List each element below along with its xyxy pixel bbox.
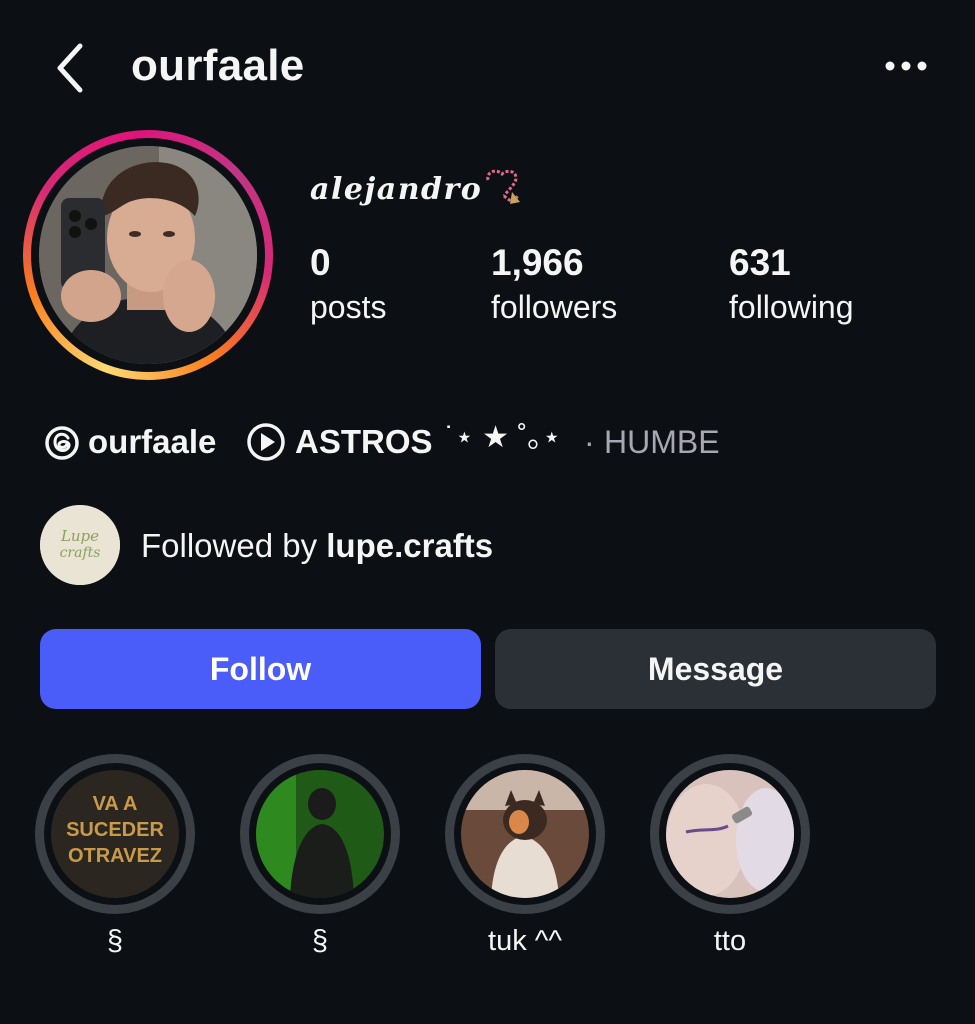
- highlight-cover: [256, 770, 384, 898]
- mutual-follower-avatar[interactable]: Lupe crafts: [40, 505, 120, 585]
- threads-icon[interactable]: [43, 424, 81, 462]
- profile-song-artist[interactable]: HUMBE: [604, 422, 720, 462]
- highlight-label: tuk ^^: [488, 925, 562, 957]
- svg-text:VA A: VA A: [93, 793, 138, 815]
- followed-by-prefix: Followed by: [141, 527, 318, 564]
- svg-text:OTRAVEZ: OTRAVEZ: [68, 845, 162, 867]
- followed-by-user[interactable]: lupe.crafts: [326, 527, 493, 564]
- highlight-cover-ring[interactable]: [650, 754, 810, 914]
- message-button[interactable]: Message: [495, 629, 936, 709]
- highlight-cover: [666, 770, 794, 898]
- svg-text:crafts: crafts: [60, 545, 101, 561]
- followed-by-text[interactable]: Followed by lupe.crafts: [141, 526, 493, 566]
- song-decoration: ˙⋆ ★ ˚｡⋆: [445, 421, 562, 454]
- followers-label[interactable]: followers: [491, 288, 617, 326]
- highlight-3[interactable]: tuk ^^: [445, 754, 605, 957]
- highlight-label: tto: [713, 925, 747, 957]
- highlight-2[interactable]: §: [240, 754, 400, 957]
- play-music-icon[interactable]: [246, 422, 286, 462]
- profile-avatar: [39, 146, 257, 364]
- svg-text:Lupe: Lupe: [60, 527, 99, 545]
- highlight-1[interactable]: VA A SUCEDER OTRAVEZ §: [35, 754, 195, 957]
- following-label[interactable]: following: [729, 288, 854, 326]
- posts-label: posts: [310, 289, 387, 325]
- svg-text:SUCEDER: SUCEDER: [66, 819, 164, 841]
- highlight-cover: VA A SUCEDER OTRAVEZ: [51, 770, 179, 898]
- display-name: alejandro: [310, 172, 483, 207]
- highlight-4[interactable]: tto: [650, 754, 810, 957]
- following-count[interactable]: 631: [729, 242, 791, 284]
- followers-count[interactable]: 1,966: [491, 242, 584, 284]
- back-arrow-icon[interactable]: [52, 42, 88, 94]
- profile-avatar-story-ring[interactable]: [23, 130, 273, 380]
- highlight-label: §: [106, 925, 124, 957]
- profile-username-title: ourfaale: [131, 41, 305, 90]
- highlight-cover-ring[interactable]: [445, 754, 605, 914]
- follow-button[interactable]: Follow: [40, 629, 481, 709]
- highlight-cover-ring[interactable]: [240, 754, 400, 914]
- highlight-cover: [461, 770, 589, 898]
- highlight-cover-ring[interactable]: VA A SUCEDER OTRAVEZ: [35, 754, 195, 914]
- posts-count: 0: [310, 242, 331, 283]
- song-separator: ·: [584, 424, 595, 460]
- more-options-icon[interactable]: [884, 58, 928, 74]
- rosary-icon: [486, 169, 520, 204]
- threads-profile-link[interactable]: ourfaale: [88, 422, 216, 462]
- profile-song-title[interactable]: ASTROS: [295, 422, 433, 462]
- highlight-label: §: [311, 925, 329, 957]
